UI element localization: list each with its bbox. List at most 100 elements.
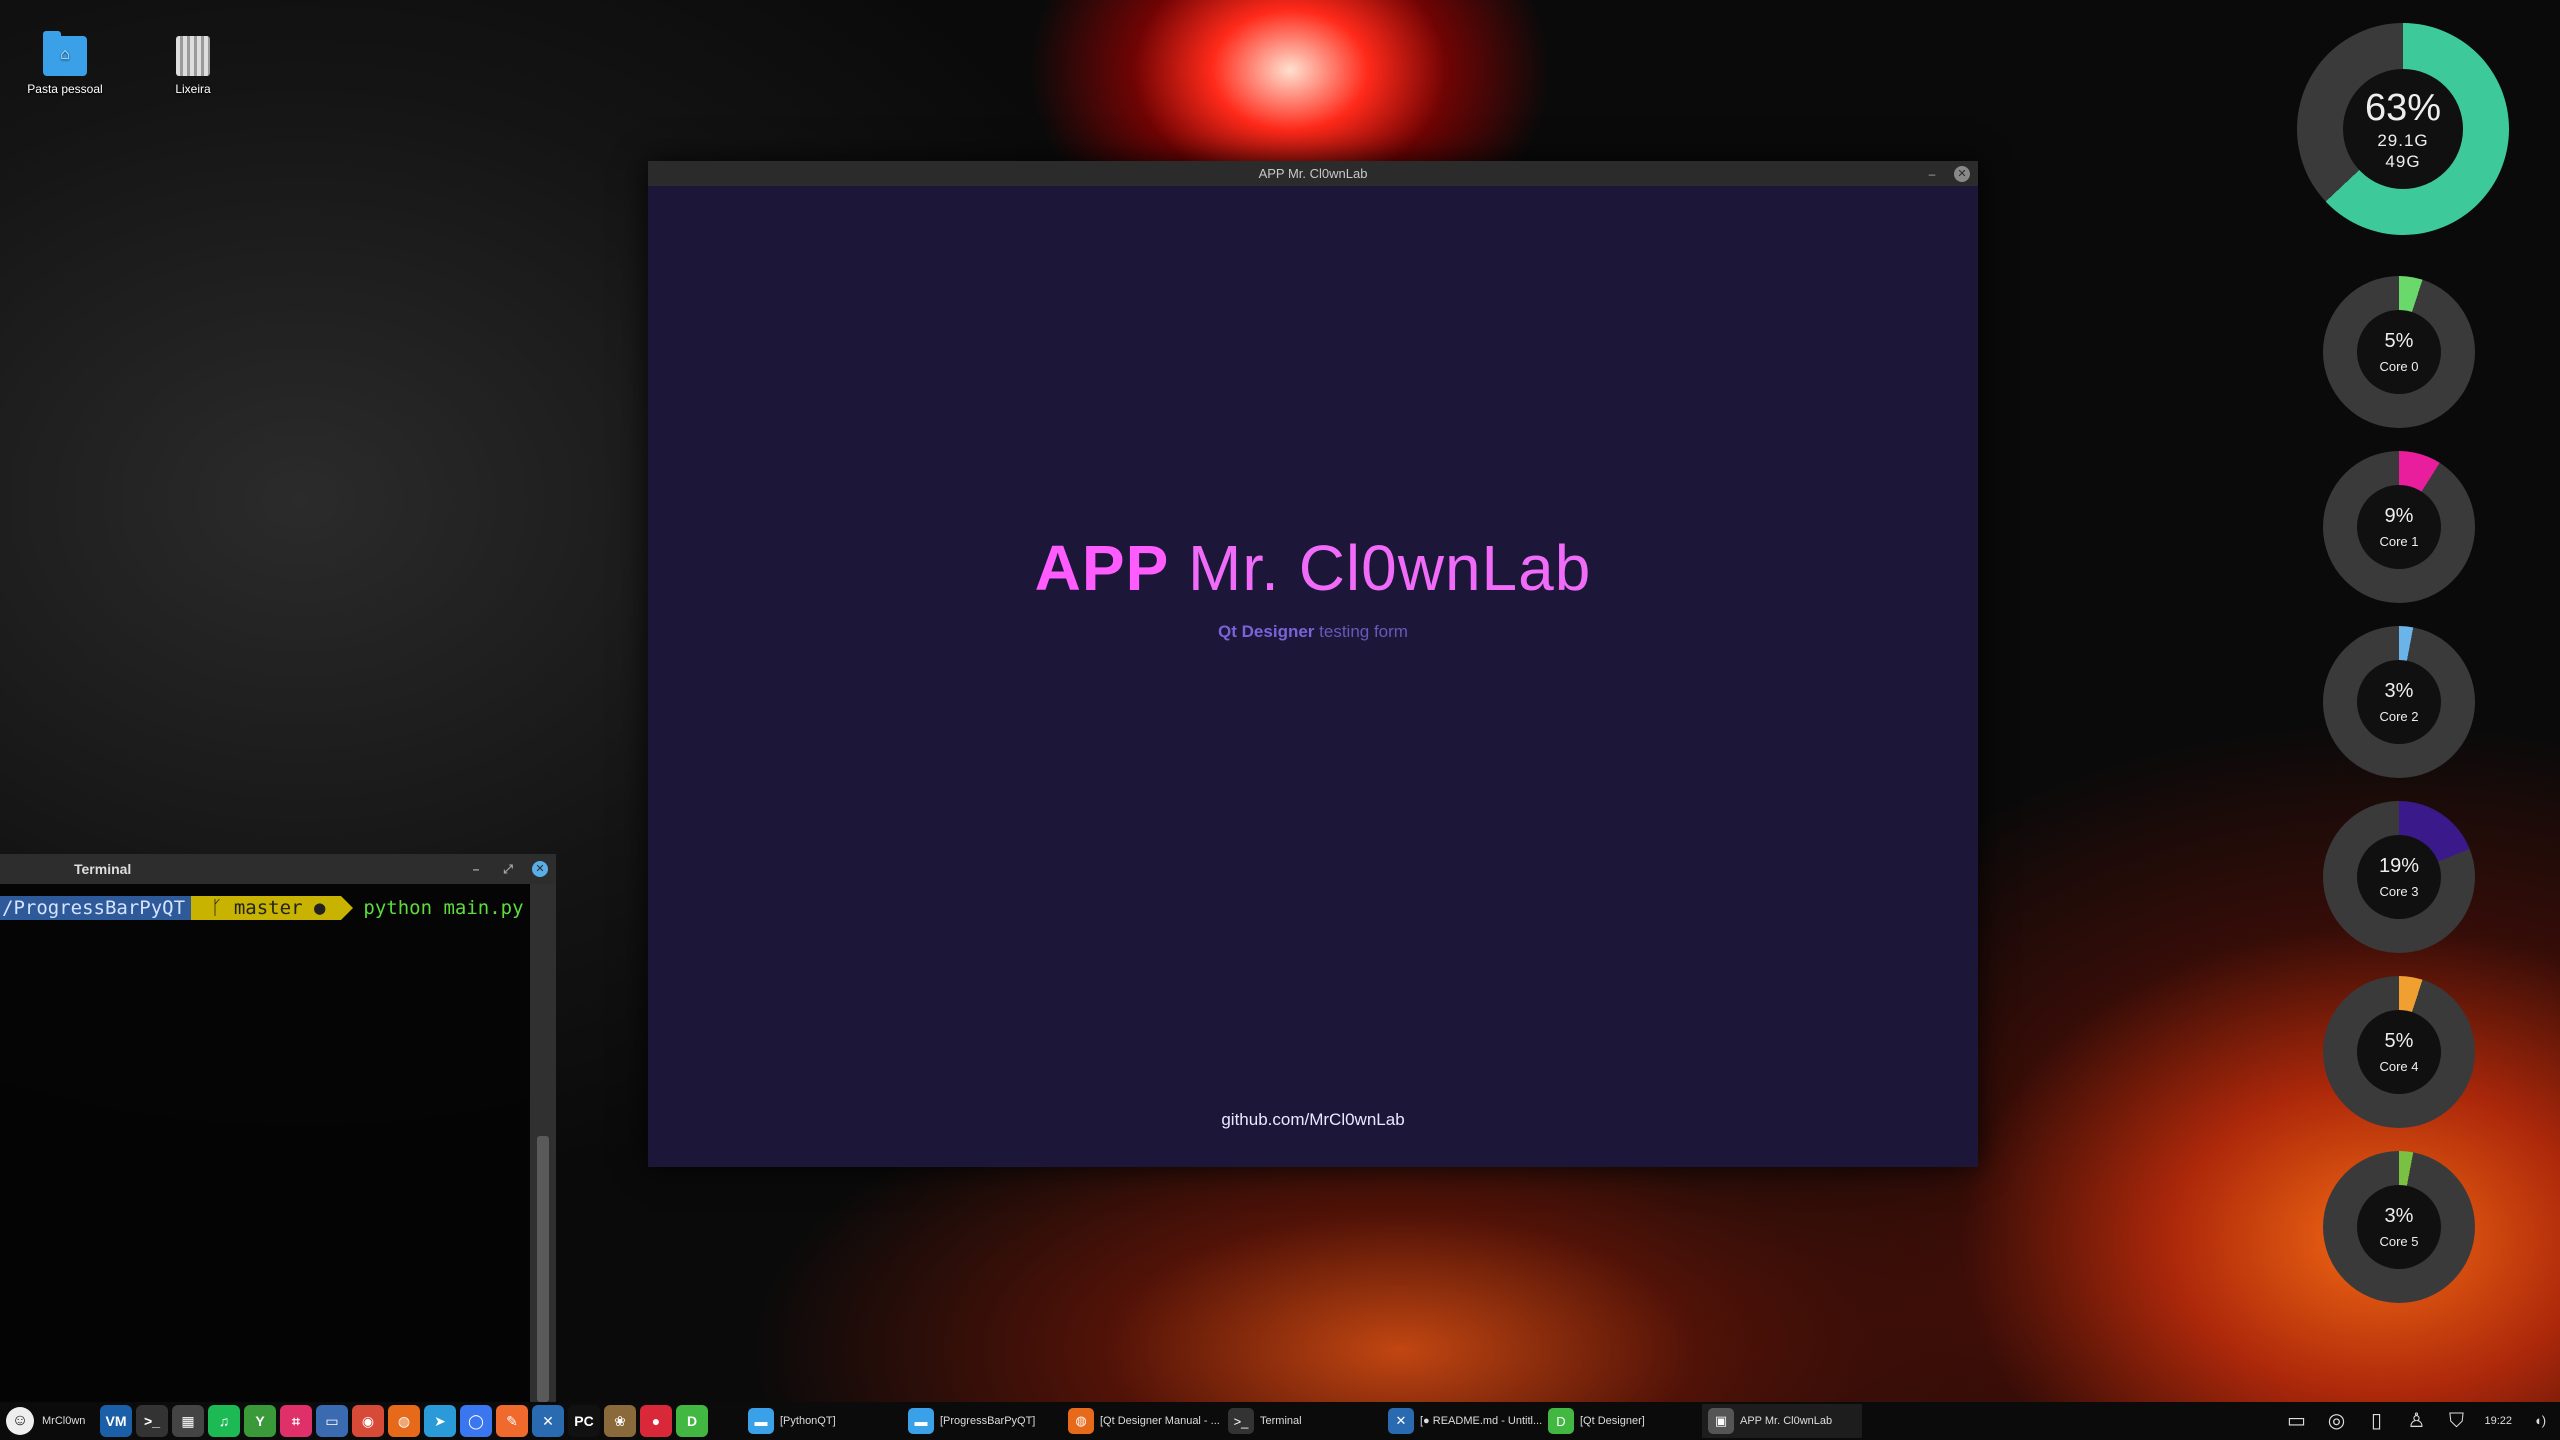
vm-icon[interactable]: VM <box>100 1405 132 1437</box>
prompt-path: /ProgressBarPyQT <box>0 896 204 920</box>
cpu-core-label: Core 3 <box>2379 884 2419 899</box>
start-menu-button[interactable]: ☺ MrCl0wn <box>0 1407 92 1435</box>
user-icon[interactable]: ♙ <box>2404 1409 2428 1433</box>
memory-used: 29.1G <box>2377 130 2429 150</box>
designer-icon[interactable]: D <box>676 1405 708 1437</box>
prompt-git-branch: ᚴ master ● <box>191 896 354 920</box>
cpu-core-percent: 19% <box>2378 855 2420 877</box>
taskbar-task[interactable]: ▬ [PythonQT] <box>742 1404 902 1438</box>
cpu-core-gauge: 5% Core 0 <box>2323 276 2475 428</box>
terminal-scrollbar-thumb[interactable] <box>537 1136 549 1402</box>
app-window-icon: ▣ <box>1708 1408 1734 1434</box>
taskbar-task[interactable]: D [Qt Designer] <box>1542 1404 1702 1438</box>
taskbar-task[interactable]: ✕ [● README.md - Untitl... <box>1382 1404 1542 1438</box>
window-title: APP Mr. Cl0wnLab <box>1258 166 1368 181</box>
firefox-icon: ◍ <box>1068 1408 1094 1434</box>
memory-gauge-center: 63% 29.1G 49G <box>2343 69 2463 189</box>
home-folder-icon <box>43 31 87 76</box>
app-icon[interactable]: Y <box>244 1405 276 1437</box>
app-titlebar[interactable]: APP Mr. Cl0wnLab – ✕ <box>648 161 1978 186</box>
user-name: MrCl0wn <box>42 1415 86 1427</box>
cpu-core-gauge-center: 3% Core 2 <box>2357 660 2441 744</box>
drive-icon[interactable]: ▭ <box>316 1405 348 1437</box>
cpu-core-gauge-center: 3% Core 5 <box>2357 1185 2441 1269</box>
taskbar-task[interactable]: ▣ APP Mr. Cl0wnLab <box>1702 1404 1862 1438</box>
cpu-core-percent: 5% <box>2384 330 2414 352</box>
app-window: APP Mr. Cl0wnLab – ✕ APP Mr. Cl0wnLab Qt… <box>648 161 1978 1167</box>
firefox-icon[interactable]: ◍ <box>388 1405 420 1437</box>
terminal-maximize-button[interactable]: ⤢ <box>500 861 516 877</box>
taskbar-task[interactable]: ▬ [ProgressBarPyQT] <box>902 1404 1062 1438</box>
cpu-core-label: Core 5 <box>2379 1234 2419 1249</box>
cpu-core-label: Core 0 <box>2379 359 2419 374</box>
distro-logo-icon: ☺ <box>6 1407 34 1435</box>
vscode-icon[interactable]: ✕ <box>532 1405 564 1437</box>
terminal-minimize-button[interactable]: – <box>468 861 484 877</box>
clipboard-icon[interactable]: ▯ <box>2364 1409 2388 1433</box>
shield-icon[interactable]: ⛉ <box>2444 1409 2468 1433</box>
cpu-core-percent: 9% <box>2384 505 2414 527</box>
terminal-prompt: /ProgressBarPyQT ᚴ master ● python main.… <box>0 896 556 920</box>
folder-icon: ▬ <box>908 1408 934 1434</box>
terminal-window[interactable]: Terminal – ⤢ ✕ /ProgressBarPyQT ᚴ master… <box>0 854 556 1402</box>
chrome-icon[interactable]: ◉ <box>352 1405 384 1437</box>
cpu-core-label: Core 1 <box>2379 534 2419 549</box>
clock[interactable]: 19:22 <box>2484 1415 2512 1427</box>
chat-icon[interactable]: ● <box>640 1405 672 1437</box>
taskbar-task[interactable]: >_ Terminal <box>1222 1404 1382 1438</box>
close-button[interactable]: ✕ <box>1954 165 1970 182</box>
terminal-scrollbar[interactable] <box>530 884 556 1402</box>
cpu-core-gauge: 5% Core 4 <box>2323 976 2475 1128</box>
app-heading: APP Mr. Cl0wnLab <box>648 531 1978 605</box>
taskbar-task[interactable]: ◍ [Qt Designer Manual - ... <box>1062 1404 1222 1438</box>
cpu-core-gauge-center: 5% Core 4 <box>2357 1010 2441 1094</box>
cpu-core-gauge: 19% Core 3 <box>2323 801 2475 953</box>
desktop-icon-label: Lixeira <box>175 82 211 96</box>
designer-icon: D <box>1548 1408 1574 1434</box>
app-subtitle: Qt Designer testing form <box>648 622 1978 642</box>
cpu-core-gauge-center: 19% Core 3 <box>2357 835 2441 919</box>
network-icon[interactable]: ◎ <box>2324 1409 2348 1433</box>
terminal-command: python main.py <box>363 897 524 919</box>
terminal-titlebar[interactable]: Terminal – ⤢ ✕ <box>0 854 556 884</box>
crop-icon[interactable]: ⌗ <box>280 1405 312 1437</box>
volume-icon[interactable]: ◖) <box>2528 1409 2552 1433</box>
taskbar-task-label: [ProgressBarPyQT] <box>940 1415 1036 1427</box>
memory-percent: 63% <box>2364 86 2442 129</box>
desktop-icon-home[interactable]: Pasta pessoal <box>10 31 120 96</box>
terminal-close-button[interactable]: ✕ <box>532 861 548 877</box>
github-link[interactable]: github.com/MrCl0wnLab <box>648 1110 1978 1130</box>
terminal-title: Terminal <box>74 861 132 877</box>
cpu-core-gauge: 3% Core 2 <box>2323 626 2475 778</box>
vscode-icon: ✕ <box>1388 1408 1414 1434</box>
trash-icon <box>176 36 210 76</box>
taskbar-task-label: APP Mr. Cl0wnLab <box>1740 1415 1833 1427</box>
taskbar-task-label: [● README.md - Untitl... <box>1420 1415 1542 1427</box>
pycharm-icon[interactable]: PC <box>568 1405 600 1437</box>
minimize-button[interactable]: – <box>1924 166 1940 182</box>
app-content: APP Mr. Cl0wnLab Qt Designer testing for… <box>648 186 1978 1167</box>
taskbar-task-label: [PythonQT] <box>780 1415 836 1427</box>
memory-total: 49G <box>2385 151 2421 171</box>
cpu-core-gauge: 3% Core 5 <box>2323 1151 2475 1303</box>
taskbar-task-label: [Qt Designer Manual - ... <box>1100 1415 1220 1427</box>
task-list: ▬ [PythonQT] ▬ [ProgressBarPyQT] ◍ [Qt Design… <box>742 1404 1862 1438</box>
desktop-icon-trash[interactable]: Lixeira <box>138 36 248 96</box>
cpu-core-gauge-center: 9% Core 1 <box>2357 485 2441 569</box>
cpu-core-gauge-center: 5% Core 0 <box>2357 310 2441 394</box>
spotify-icon[interactable]: ♫ <box>208 1405 240 1437</box>
terminal-icon: >_ <box>1228 1408 1254 1434</box>
gimp-icon[interactable]: ❀ <box>604 1405 636 1437</box>
display-icon[interactable]: ▭ <box>2284 1409 2308 1433</box>
monitor-icon[interactable]: ▦ <box>172 1405 204 1437</box>
folder-icon: ▬ <box>748 1408 774 1434</box>
terminal-icon[interactable]: >_ <box>136 1405 168 1437</box>
taskbar: ☺ MrCl0wn VM >_ ▦ ♫ Y ⌗ ▭ ◉ ◍ ➤ ◯ ✎ ✕ PC ❀ ● D ▬ [PythonQ… <box>0 1402 2560 1440</box>
postman-icon[interactable]: ✎ <box>496 1405 528 1437</box>
desktop-icon-label: Pasta pessoal <box>27 82 103 96</box>
telegram-icon[interactable]: ➤ <box>424 1405 456 1437</box>
taskbar-task-label: [Qt Designer] <box>1580 1415 1645 1427</box>
signal-icon[interactable]: ◯ <box>460 1405 492 1437</box>
cpu-core-percent: 3% <box>2384 680 2414 702</box>
cpu-core-percent: 3% <box>2384 1205 2414 1227</box>
